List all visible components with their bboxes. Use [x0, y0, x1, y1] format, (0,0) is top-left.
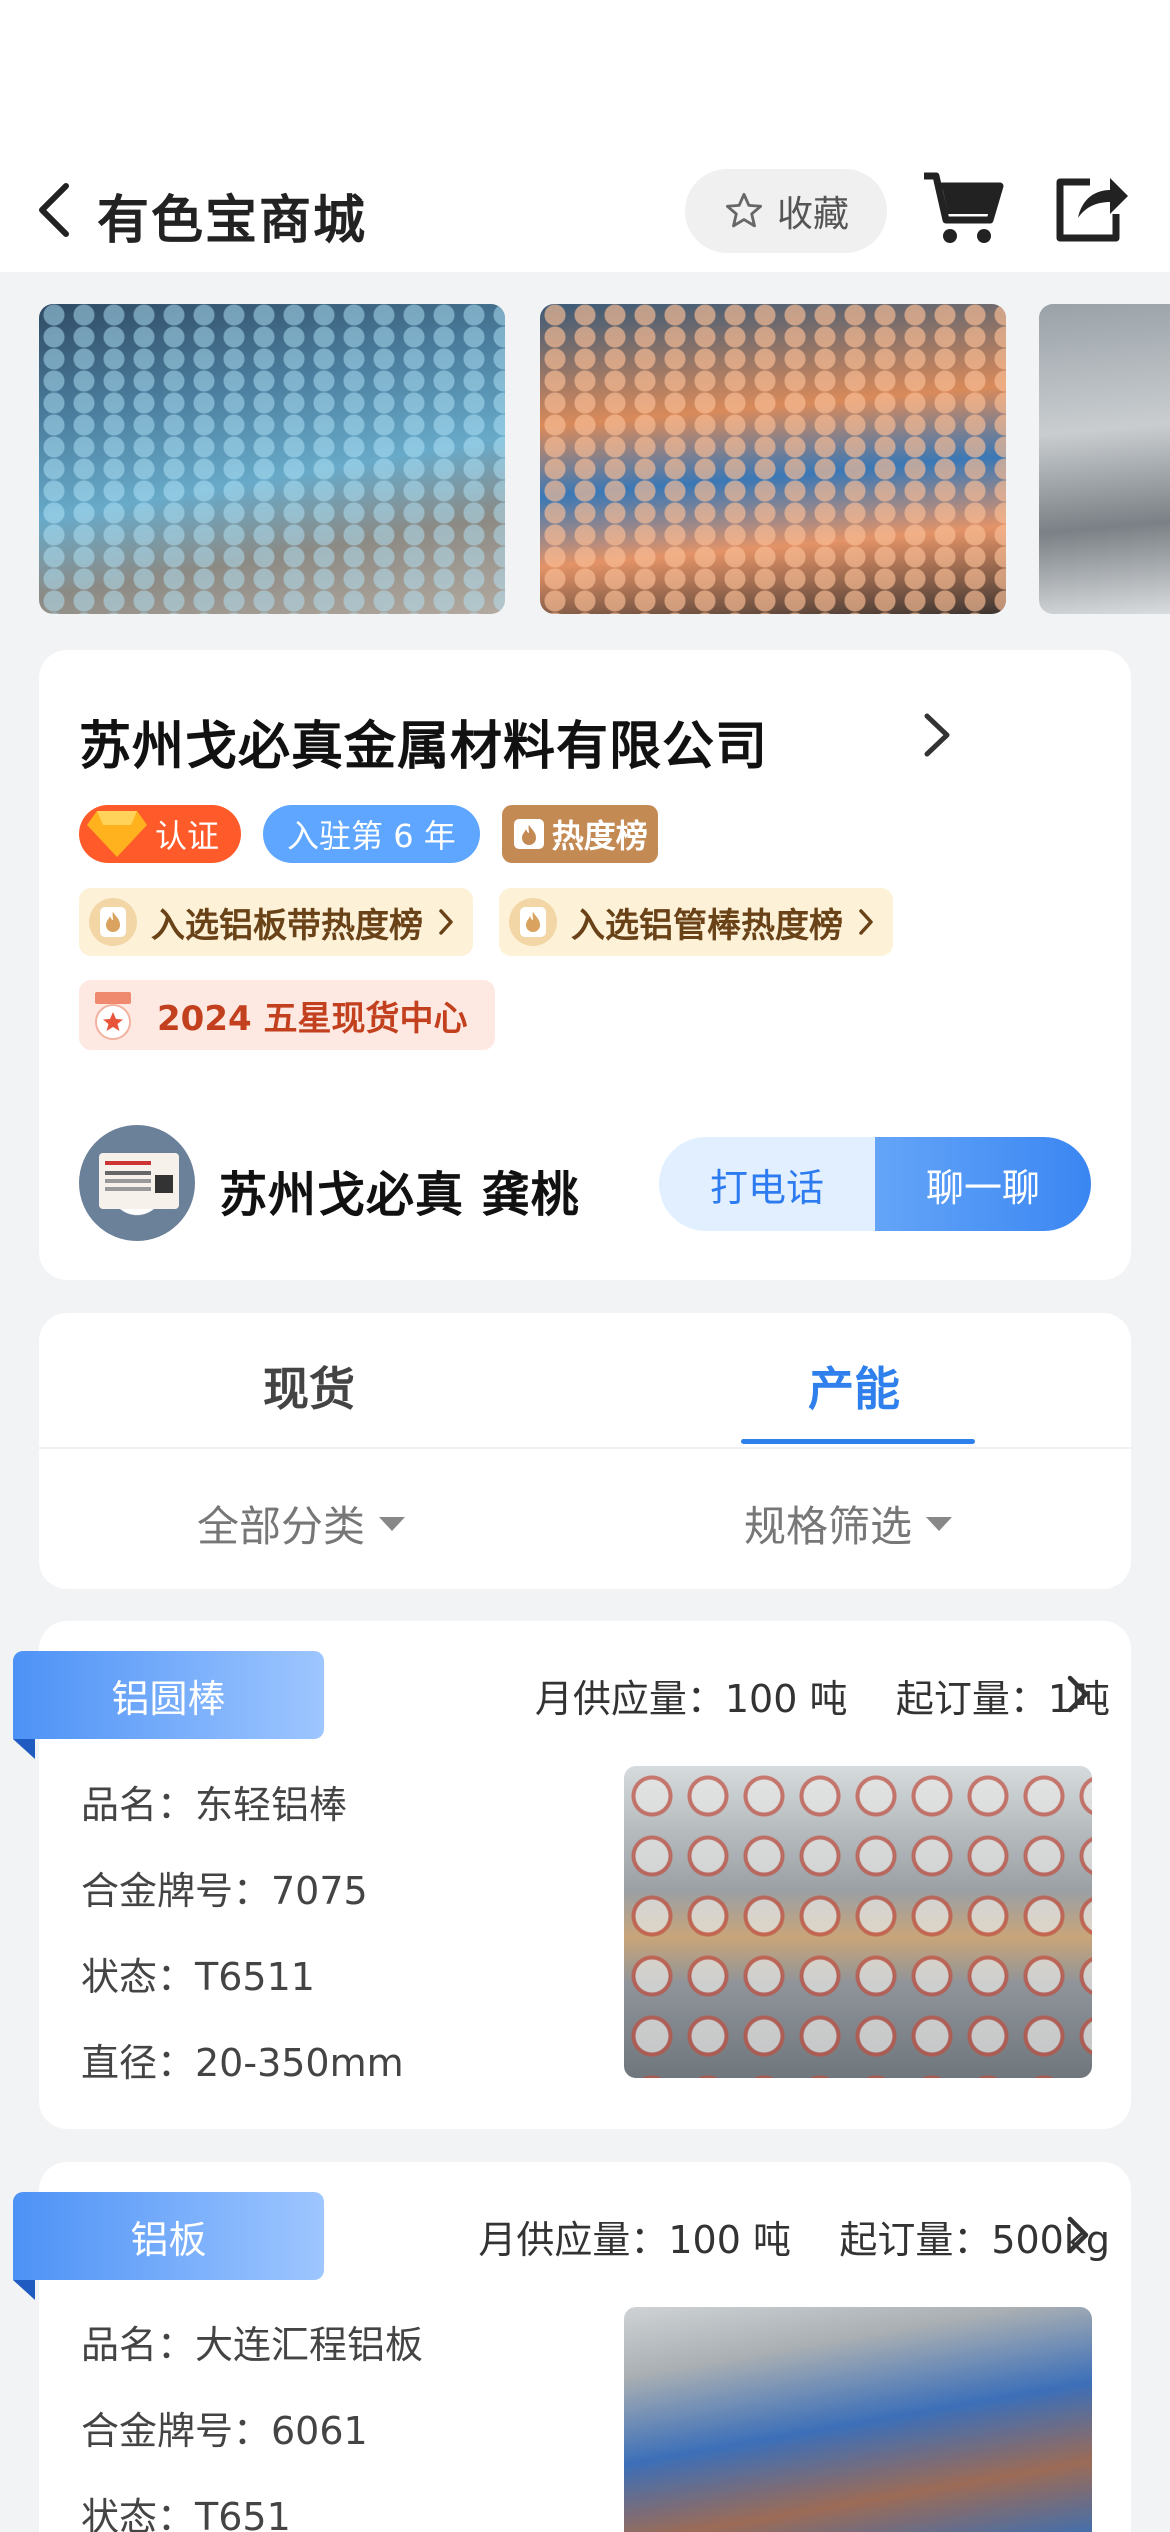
hot-list-item[interactable]: 入选铝板带热度榜 — [79, 888, 473, 956]
caret-down-icon — [926, 1516, 953, 1531]
page-title: 有色宝商城 — [97, 191, 368, 251]
chevron-right-icon[interactable] — [919, 708, 955, 762]
product-image[interactable] — [624, 1766, 1092, 2078]
contact-name: 苏州戈必真 龚桃 — [219, 1167, 580, 1223]
avatar[interactable] — [79, 1125, 195, 1241]
award-label: 2024 五星现货中心 — [157, 998, 468, 1039]
temper-state: 状态：T651 — [81, 2495, 291, 2532]
spec-filter[interactable]: 规格筛选 — [744, 1493, 953, 1554]
medal-icon — [95, 992, 131, 1040]
hot-badge: 热度榜 — [501, 805, 658, 863]
category-ribbon: 铝板 — [13, 2192, 324, 2280]
product-attributes: 品名：大连汇程铝板 合金牌号：6061 状态：T651 — [81, 2302, 423, 2532]
supply-info: 月供应量：100 吨 起订量：1吨 — [535, 1668, 1110, 1723]
diamond-icon — [87, 811, 147, 857]
photo-gallery[interactable] — [0, 272, 1170, 634]
category-filter[interactable]: 全部分类 — [197, 1493, 406, 1554]
certified-label: 认证 — [155, 817, 220, 855]
alloy-grade: 合金牌号：7075 — [81, 1869, 368, 1913]
product-image[interactable] — [624, 2307, 1092, 2532]
monthly-supply: 月供应量：100 吨 — [478, 2218, 791, 2262]
flame-icon — [89, 898, 137, 946]
gallery-photo[interactable] — [540, 304, 1006, 614]
star-outline-icon — [725, 192, 763, 228]
chevron-right-icon — [859, 909, 873, 935]
diameter: 直径：20-350mm — [81, 2041, 404, 2085]
tab-panel: 现货 产能 全部分类 规格筛选 — [39, 1313, 1131, 1589]
flame-icon — [509, 898, 557, 946]
badge-row: 认证 入驻第 6 年 热度榜 — [79, 805, 658, 863]
chat-button[interactable]: 聊一聊 — [875, 1137, 1091, 1231]
category-ribbon: 铝圆棒 — [13, 1651, 324, 1739]
gallery-photo[interactable] — [39, 304, 505, 614]
divider — [39, 1447, 1131, 1449]
tab-spot[interactable]: 现货 — [263, 1353, 355, 1419]
certified-badge: 认证 — [79, 805, 242, 863]
hot-label: 热度榜 — [551, 817, 648, 855]
top-bar: 有色宝商城 收藏 — [0, 0, 1170, 272]
chevron-right-icon — [439, 909, 453, 935]
monthly-supply: 月供应量：100 吨 — [534, 1677, 848, 1721]
contact-buttons: 打电话 聊一聊 — [659, 1137, 1091, 1231]
cart-icon[interactable] — [922, 170, 1004, 246]
temper-state: 状态：T6511 — [81, 1955, 315, 1999]
tab-capacity[interactable]: 产能 — [808, 1353, 900, 1419]
years-badge: 入驻第 6 年 — [263, 805, 480, 863]
favorite-label: 收藏 — [776, 194, 849, 235]
product-name: 品名：大连汇程铝板 — [81, 2323, 424, 2367]
hot-list-item[interactable]: 入选铝管棒热度榜 — [499, 888, 893, 956]
call-button[interactable]: 打电话 — [659, 1137, 875, 1231]
category-filter-label: 全部分类 — [197, 1502, 366, 1551]
back-arrow-icon[interactable] — [30, 180, 80, 240]
favorite-button[interactable]: 收藏 — [685, 169, 887, 253]
company-name[interactable]: 苏州戈必真金属材料有限公司 — [79, 704, 768, 779]
caret-down-icon — [379, 1516, 406, 1531]
product-name: 品名：东轻铝棒 — [81, 1783, 348, 1827]
hot-list-row: 入选铝板带热度榜 入选铝管棒热度榜 — [79, 888, 893, 956]
chevron-right-icon[interactable] — [1064, 2213, 1092, 2257]
chevron-right-icon[interactable] — [1064, 1672, 1092, 1716]
spec-filter-label: 规格筛选 — [744, 1502, 913, 1551]
award-badge: 2024 五星现货中心 — [79, 980, 496, 1050]
flame-icon — [513, 819, 544, 849]
company-card: 苏州戈必真金属材料有限公司 认证 入驻第 6 年 热度榜 入选铝板带热度榜 入选… — [39, 650, 1131, 1280]
alloy-grade: 合金牌号：6061 — [81, 2409, 368, 2453]
product-attributes: 品名：东轻铝棒 合金牌号：7075 状态：T6511 直径：20-350mm — [81, 1762, 404, 2106]
active-tab-indicator — [741, 1439, 975, 1444]
share-icon[interactable] — [1050, 170, 1130, 246]
hot-list-label: 入选铝管棒热度榜 — [571, 905, 843, 946]
hot-list-label: 入选铝板带热度榜 — [151, 905, 423, 946]
gallery-photo[interactable] — [1039, 304, 1170, 614]
supply-info: 月供应量：100 吨 起订量：500kg — [478, 2209, 1110, 2264]
